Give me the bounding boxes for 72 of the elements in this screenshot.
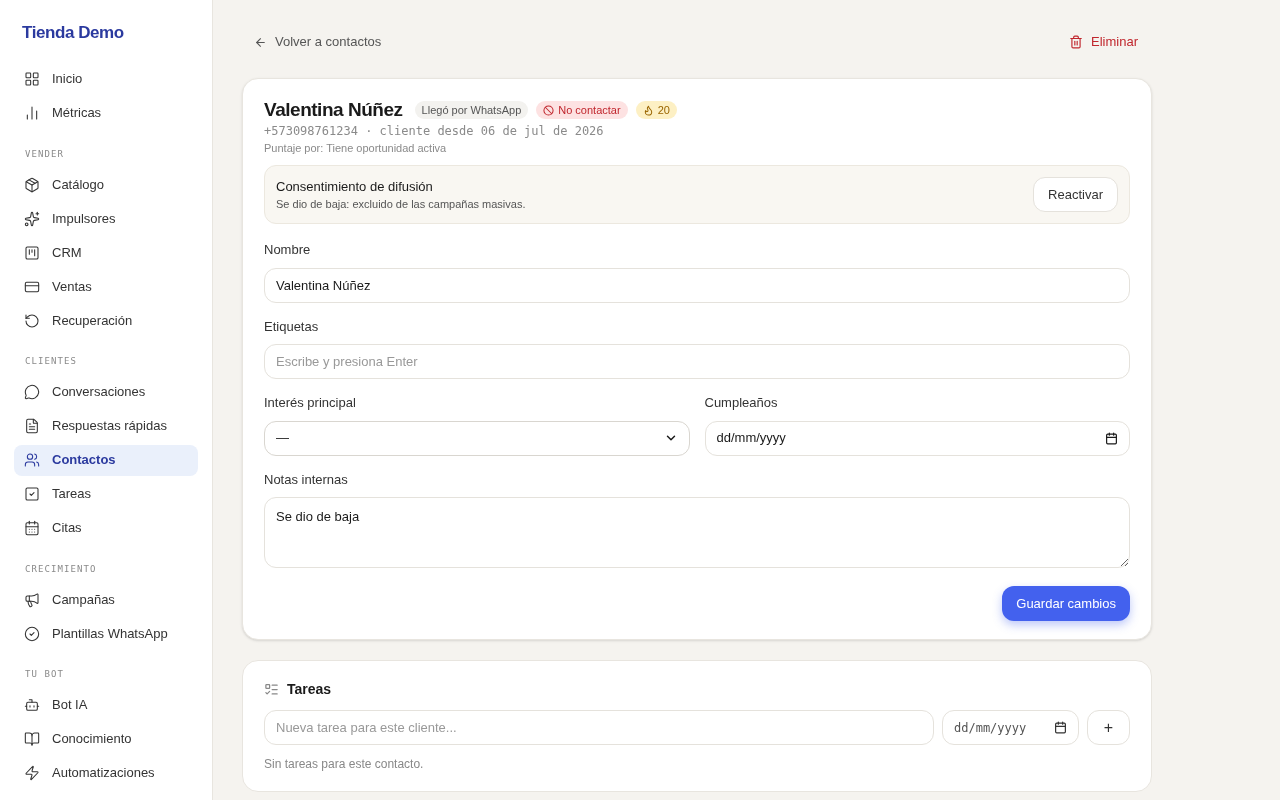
section-heading: CRECIMIENTO	[25, 562, 97, 576]
sidebar-item[interactable]: Automatizaciones	[14, 757, 198, 789]
section-heading: CLIENTES	[25, 355, 77, 368]
robot-icon	[24, 697, 40, 713]
sidebar-item[interactable]: Tareas	[14, 478, 198, 510]
document-icon	[24, 418, 40, 434]
section-heading: TU BOT	[25, 668, 64, 681]
arrow-left-icon	[254, 35, 267, 49]
sidebar-item[interactable]: Recuperación	[14, 305, 198, 336]
sidebar-item[interactable]: Plantillas WhatsApp	[14, 618, 198, 649]
reactivate-button[interactable]: Reactivar	[1033, 177, 1118, 212]
field-label: Notas internas	[264, 470, 348, 489]
users-icon	[24, 452, 40, 468]
field-label: Cumpleaños	[704, 394, 778, 412]
score-reason: Puntaje por: Tiene oportunidad activa	[264, 141, 447, 155]
task-date-input[interactable]: dd/mm/yyyy	[942, 710, 1079, 745]
brand-logo[interactable]: Tienda Demo	[22, 20, 124, 46]
flame-icon	[642, 104, 654, 116]
delete-button[interactable]: Eliminar	[1069, 32, 1138, 52]
megaphone-icon	[24, 591, 40, 608]
bar-chart-icon	[24, 105, 40, 121]
badge: 20	[635, 101, 677, 119]
badge: No contactar	[536, 101, 628, 119]
tasks-title: Tareas	[287, 680, 332, 699]
grid-icon	[24, 71, 40, 87]
sidebar-item[interactable]: Impulsores	[14, 203, 198, 234]
contact-name: Valentina Núñez	[264, 99, 403, 121]
field-label: Etiquetas	[264, 317, 319, 336]
rotate-icon	[24, 312, 40, 329]
sidebar-item[interactable]: Conversaciones	[14, 376, 198, 408]
sidebar-item[interactable]: CRM	[14, 237, 198, 268]
sidebar-item[interactable]: Citas	[14, 512, 198, 544]
checkbox-icon	[24, 486, 40, 502]
sparkles-icon	[24, 210, 40, 227]
sidebar-item[interactable]: Campañas	[14, 584, 198, 615]
consent-text: Se dio de baja: excluido de las campañas masivas.	[276, 197, 526, 212]
book-icon	[24, 731, 40, 747]
back-link[interactable]: Volver a contactos	[254, 32, 382, 52]
sidebar-item[interactable]: Conocimiento	[14, 723, 198, 755]
lightning-icon	[24, 765, 40, 781]
sidebar-item[interactable]: Inicio	[14, 63, 198, 95]
birthday-input[interactable]: dd/mm/yyyy	[704, 420, 1130, 456]
prohibited-icon	[543, 104, 555, 116]
field-label: Nombre	[264, 241, 311, 259]
interest-select[interactable]: —	[264, 420, 690, 456]
trash-icon	[1069, 35, 1084, 49]
kanban-icon	[24, 244, 40, 261]
notes-textarea[interactable]: Se dio de baja	[264, 497, 1130, 568]
sidebar-item[interactable]: Catálogo	[14, 169, 198, 200]
section-heading: VENDER	[25, 147, 64, 161]
sidebar-item[interactable]: Bot IA	[14, 689, 198, 721]
add-task-button[interactable]: +	[1087, 710, 1130, 745]
chat-bubble-icon	[24, 384, 40, 400]
sidebar-item[interactable]: Respuestas rápidas	[14, 410, 198, 442]
consent-title: Consentimiento de difusión	[276, 177, 433, 196]
contact-meta: +573098761234 · cliente desde 06 de jul de 2026	[264, 123, 604, 139]
tags-input[interactable]: Escribe y presiona Enter	[264, 344, 1130, 379]
task-list-icon	[264, 682, 279, 697]
calendar-icon	[1054, 721, 1067, 734]
save-button[interactable]: Guardar cambios	[1002, 586, 1130, 621]
badge: Llegó por WhatsApp	[414, 101, 529, 119]
field-label: Interés principal	[264, 394, 356, 412]
empty-tasks-text: Sin tareas para este contacto.	[264, 756, 424, 773]
calendar-icon	[1105, 431, 1118, 445]
sidebar-item[interactable]: Contactos	[14, 444, 198, 476]
new-task-input[interactable]: Nueva tarea para este cliente...	[264, 710, 934, 745]
name-input[interactable]: Valentina Núñez	[264, 267, 1130, 303]
sidebar-item[interactable]: Métricas	[14, 97, 198, 129]
sidebar-item[interactable]: Ventas	[14, 271, 198, 302]
box-icon	[24, 176, 40, 193]
calendar-icon	[24, 520, 40, 536]
check-circle-icon	[24, 625, 40, 642]
